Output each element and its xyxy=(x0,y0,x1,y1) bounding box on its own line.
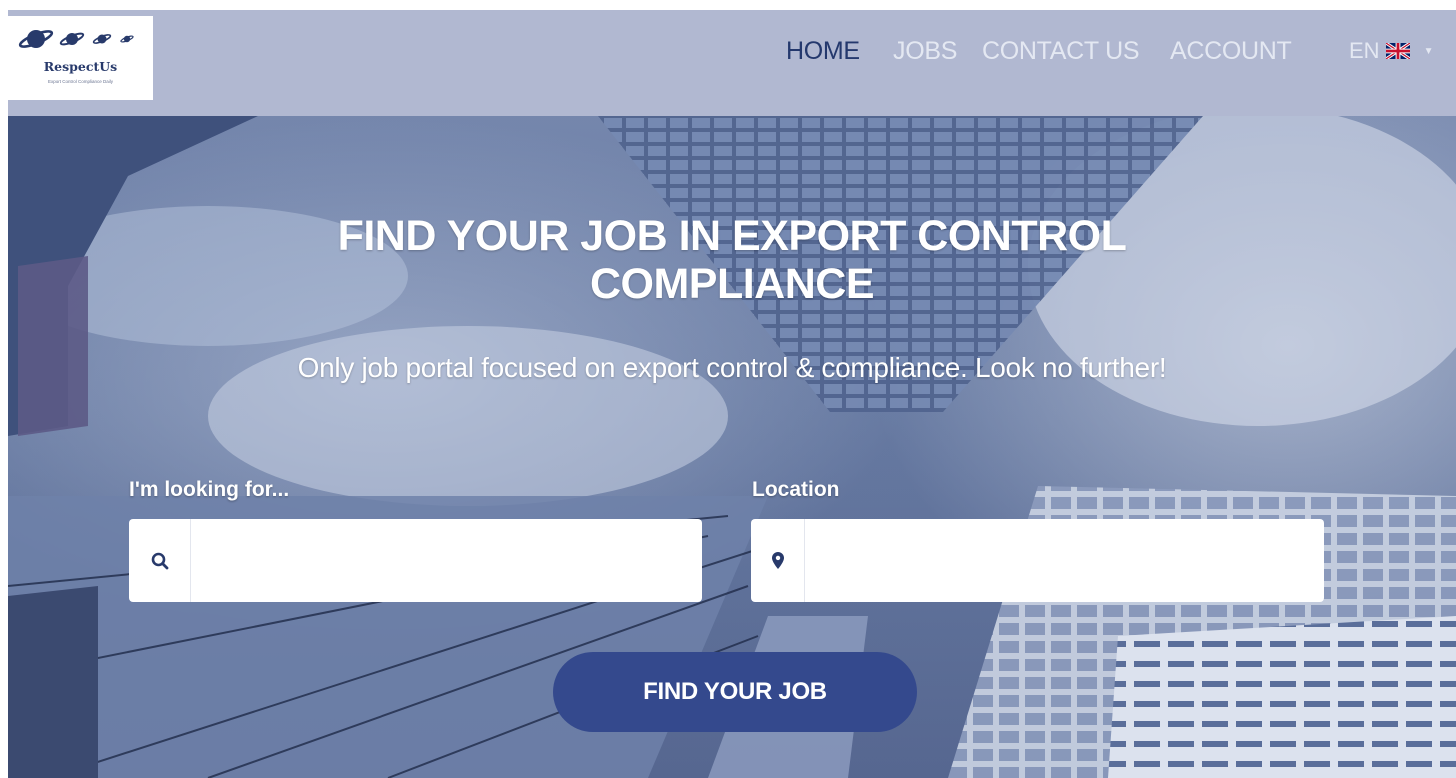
main-nav: HOME JOBS CONTACT US ACCOUNT EN ▼ xyxy=(8,10,1456,94)
hero-title: FIND YOUR JOB IN EXPORT CONTROL COMPLIAN… xyxy=(8,212,1456,308)
find-your-job-button[interactable]: FIND YOUR JOB xyxy=(553,652,917,732)
keyword-input[interactable] xyxy=(191,519,702,602)
uk-flag-icon xyxy=(1385,43,1410,59)
search-icon xyxy=(151,552,168,569)
hero-subtitle: Only job portal focused on export contro… xyxy=(297,352,1167,383)
keyword-label: I'm looking for... xyxy=(129,478,290,501)
hero-section: FIND YOUR JOB IN EXPORT CONTROL COMPLIAN… xyxy=(8,116,1456,778)
language-code: EN xyxy=(1349,38,1380,63)
map-pin-icon xyxy=(771,552,784,569)
nav-item-contact-us[interactable]: CONTACT US xyxy=(982,36,1140,66)
chevron-down-icon: ▼ xyxy=(1423,45,1434,57)
nav-item-account[interactable]: ACCOUNT xyxy=(1170,36,1292,66)
keyword-field xyxy=(129,519,702,602)
hero-title-line-1: FIND YOUR JOB IN EXPORT CONTROL xyxy=(337,212,1127,260)
keyword-icon-cell xyxy=(129,519,191,602)
language-selector[interactable]: EN ▼ xyxy=(1349,36,1433,66)
location-label: Location xyxy=(752,478,840,501)
page: RespectUs Export Control Compliance Dail… xyxy=(0,0,1456,778)
nav-item-jobs[interactable]: JOBS xyxy=(893,36,957,66)
nav-item-home[interactable]: HOME xyxy=(786,36,860,66)
location-field xyxy=(751,519,1324,602)
site-header: RespectUs Export Control Compliance Dail… xyxy=(8,10,1456,116)
hero-title-line-2: COMPLIANCE xyxy=(589,260,875,308)
location-input[interactable] xyxy=(805,519,1324,602)
location-icon-cell xyxy=(751,519,805,602)
